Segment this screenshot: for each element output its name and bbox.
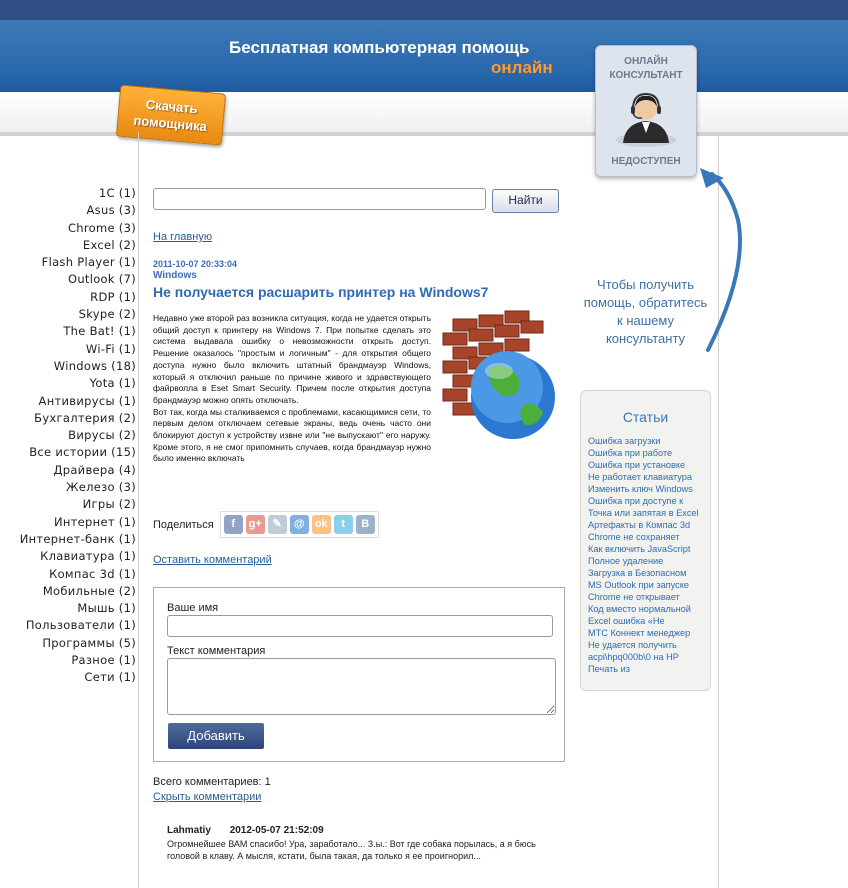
articles-list: Ошибка загрузки Ошибка при работе Ошибка п… [581, 435, 710, 675]
site-title-accent: онлайн [491, 58, 553, 77]
article-link[interactable]: Excel ошибка «Не [581, 615, 710, 627]
hide-comments-link[interactable]: Скрыть комментарии [153, 791, 261, 803]
article-link[interactable]: Chrome не сохраняет [581, 531, 710, 543]
comment-meta: Lahmatiy 2012-05-07 21:52:09 [167, 825, 324, 836]
category-link[interactable]: Chrome (3) [0, 220, 138, 237]
add-comment-button[interactable]: Добавить [168, 723, 264, 749]
category-link[interactable]: Все истории (15) [0, 444, 138, 461]
category-link[interactable]: Мобильные (2) [0, 583, 138, 600]
help-hint-text: Чтобы получить помощь, обратитесь к наше… [583, 277, 708, 346]
article-link[interactable]: Не удается получить [581, 639, 710, 651]
category-link[interactable]: The Bat! (1) [0, 323, 138, 340]
category-link[interactable]: Мышь (1) [0, 600, 138, 617]
home-link[interactable]: На главную [153, 231, 212, 243]
category-link[interactable]: Wi-Fi (1) [0, 341, 138, 358]
article-link[interactable]: Точка или запятая в Excel [581, 507, 710, 519]
article-link[interactable]: MS Outlook при запуске [581, 579, 710, 591]
article-link[interactable]: МТС Коннект менеджер [581, 627, 710, 639]
comment-text-label: Текст комментария [167, 645, 266, 657]
comment-form: Ваше имя Текст комментария Добавить [153, 587, 565, 762]
site-title: Бесплатная компьютерная помощь [229, 38, 530, 57]
post-paragraph-1: Недавно уже второй раз возникла ситуация… [153, 313, 431, 405]
category-link[interactable]: Разное (1) [0, 652, 138, 669]
article-link[interactable]: Печать из [581, 663, 710, 675]
article-link[interactable]: acpi\hpq000b\0 на HP [581, 651, 710, 663]
category-link[interactable]: Клавиатура (1) [0, 548, 138, 565]
article-link[interactable]: Ошибка при доступе к [581, 495, 710, 507]
articles-box: Статьи Ошибка загрузки Ошибка при работе О… [580, 390, 711, 691]
article-link[interactable]: Артефакты в Компас 3d [581, 519, 710, 531]
name-input[interactable] [167, 615, 553, 637]
article-link[interactable]: Как включить JavaScript [581, 543, 710, 555]
article-link[interactable]: Ошибка при установке [581, 459, 710, 471]
consultant-operator-icon [616, 92, 676, 147]
category-link[interactable]: Flash Player (1) [0, 254, 138, 271]
post-title[interactable]: Не получается расшарить принтер на Windo… [153, 284, 488, 300]
comment-date: 2012-05-07 21:52:09 [229, 825, 324, 836]
mail-ru-icon[interactable]: @ [289, 515, 309, 534]
search-input[interactable] [153, 188, 486, 210]
category-link[interactable]: Антивирусы (1) [0, 393, 138, 410]
left-column-divider [138, 132, 139, 888]
category-link[interactable]: Интернет (1) [0, 514, 138, 531]
category-link[interactable]: Драйвера (4) [0, 462, 138, 479]
category-link[interactable]: Интернет-банк (1) [0, 531, 138, 548]
share-block: Поделиться f g+ ✎ @ ok t B [153, 511, 379, 538]
category-link[interactable]: Skype (2) [0, 306, 138, 323]
top-strip [0, 0, 848, 20]
consultant-label: ОНЛАЙН КОНСУЛЬТАНТ [609, 56, 683, 81]
category-link[interactable]: Сети (1) [0, 669, 138, 686]
category-link[interactable]: 1C (1) [0, 185, 138, 202]
article-link[interactable]: Ошибка при работе [581, 447, 710, 459]
comments-total: Всего комментариев: 1 [153, 776, 271, 788]
category-link[interactable]: Outlook (7) [0, 271, 138, 288]
share-label: Поделиться [153, 518, 214, 531]
name-label: Ваше имя [167, 602, 219, 614]
category-link[interactable]: Компас 3d (1) [0, 566, 138, 583]
post-category[interactable]: Windows [153, 270, 197, 281]
article-link[interactable]: Код вместо нормальной [581, 603, 710, 615]
vkontakte-icon[interactable]: B [355, 515, 375, 534]
facebook-icon[interactable]: f [223, 515, 243, 534]
category-link[interactable]: Windows (18) [0, 358, 138, 375]
category-link[interactable]: Пользователи (1) [0, 617, 138, 634]
article-link[interactable]: Не работает клавиатура [581, 471, 710, 483]
article-link[interactable]: Загрузка в Безопасном [581, 567, 710, 579]
category-link[interactable]: Программы (5) [0, 635, 138, 652]
download-helper-button[interactable]: Скачать помощника [115, 84, 227, 146]
category-list: 1C (1) Asus (3) Chrome (3) Excel (2) Flash P… [0, 185, 138, 687]
post-date: 2011-10-07 20:33:04 [153, 259, 238, 269]
post-paragraph-2: Вот так, когда мы сталкиваемся с проблем… [153, 406, 431, 464]
article-link[interactable]: Chrome не открывает [581, 591, 710, 603]
article-link[interactable]: Полное удаление [581, 555, 710, 567]
odnoklassniki-icon[interactable]: ok [311, 515, 331, 534]
firewall-globe-image [442, 310, 555, 439]
category-link[interactable]: RDP (1) [0, 289, 138, 306]
category-link[interactable]: Бухгалтерия (2) [0, 410, 138, 427]
search-button[interactable]: Найти [492, 189, 559, 213]
post-body: Недавно уже второй раз возникла ситуация… [153, 310, 557, 465]
livejournal-icon[interactable]: ✎ [267, 515, 287, 534]
category-link[interactable]: Yota (1) [0, 375, 138, 392]
comment-textarea[interactable] [167, 658, 556, 715]
comment-text: Огромнейшее ВАМ спасибо! Ура, заработало… [167, 839, 536, 861]
category-link[interactable]: Игры (2) [0, 496, 138, 513]
category-link[interactable]: Asus (3) [0, 202, 138, 219]
articles-title: Статьи [622, 409, 669, 425]
leave-comment-link[interactable]: Оставить комментарий [153, 554, 272, 566]
category-link[interactable]: Excel (2) [0, 237, 138, 254]
category-link[interactable]: Железо (3) [0, 479, 138, 496]
online-consultant-widget[interactable]: ОНЛАЙН КОНСУЛЬТАНТ НЕДОСТУПЕН [595, 45, 697, 177]
google-plus-icon[interactable]: g+ [245, 515, 265, 534]
article-link[interactable]: Ошибка загрузки [581, 435, 710, 447]
share-icons: f g+ ✎ @ ok t B [219, 511, 379, 538]
consultant-status: НЕДОСТУПЕН [611, 156, 681, 167]
article-link[interactable]: Изменить ключ Windows [581, 483, 710, 495]
comment-author: Lahmatiy [167, 825, 211, 836]
twitter-icon[interactable]: t [333, 515, 353, 534]
category-link[interactable]: Вирусы (2) [0, 427, 138, 444]
